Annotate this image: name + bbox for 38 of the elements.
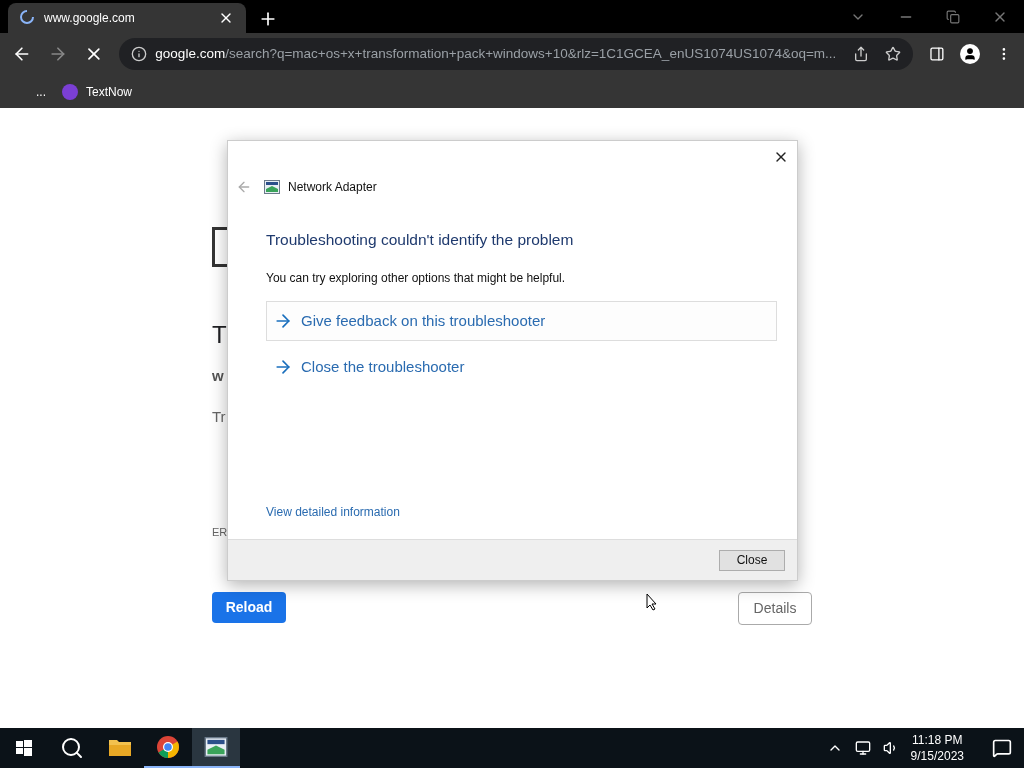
url-text: google.com/search?q=mac+os+x+transformation+pack+windows+10&rlz=1C1GCEA_enUS1074US1074&oq=m...	[155, 44, 838, 63]
details-button[interactable]: Details	[738, 591, 812, 625]
browser-icon	[156, 735, 180, 759]
search-icon[interactable]	[60, 736, 84, 760]
notifications-icon[interactable]	[992, 738, 1012, 758]
network-adapter-icon	[264, 179, 280, 195]
close-button[interactable]: Close	[719, 549, 785, 571]
taskbar-app[interactable]	[192, 728, 240, 768]
dialog-message: You can try exploring other options that might be helpful.	[266, 270, 567, 288]
folder-icon	[108, 737, 132, 757]
restore-icon[interactable]	[946, 9, 960, 24]
adapter-icon	[204, 737, 228, 757]
network-icon[interactable]	[854, 740, 871, 756]
reload-button[interactable]: Reload	[212, 591, 286, 623]
side-panel-icon[interactable]	[928, 46, 945, 62]
windows-start-icon[interactable]	[16, 740, 32, 756]
details-link[interactable]: View detailed information	[266, 503, 400, 521]
bookmark-star-icon[interactable]	[884, 46, 901, 62]
option-link[interactable]: Close the troubleshooter	[266, 347, 777, 388]
loading-spinner-icon	[20, 10, 36, 26]
error-title: T	[212, 320, 227, 350]
address-bar[interactable]: google.com/search?q=mac+os+x+transformation+pack+windows+10&rlz=1C1GCEA_enUS1074US1074&oq=m...	[119, 38, 913, 70]
mouse-cursor-icon	[646, 593, 658, 611]
tab-title: www.google.com	[44, 10, 136, 27]
bookmark[interactable]: ...	[36, 82, 46, 101]
dialog-heading: Troubleshooting couldn't identify the problem	[266, 230, 575, 250]
bookmark-favicon	[62, 83, 78, 100]
bookmark[interactable]: TextNow	[86, 82, 133, 101]
option-link[interactable]: Give feedback on this troubleshooter	[266, 301, 777, 342]
browser-tab[interactable]: www.google.com	[8, 3, 246, 33]
profile-avatar[interactable]	[960, 44, 981, 64]
dialog-title: Network Adapter	[288, 179, 377, 196]
error-host: w	[212, 366, 224, 386]
info-icon	[131, 46, 148, 62]
error-hint: Tr	[212, 406, 226, 427]
clock[interactable]: 11:18 PM 9/15/2023	[910, 732, 964, 764]
error-code: ER	[212, 525, 228, 540]
share-icon[interactable]	[852, 46, 869, 62]
